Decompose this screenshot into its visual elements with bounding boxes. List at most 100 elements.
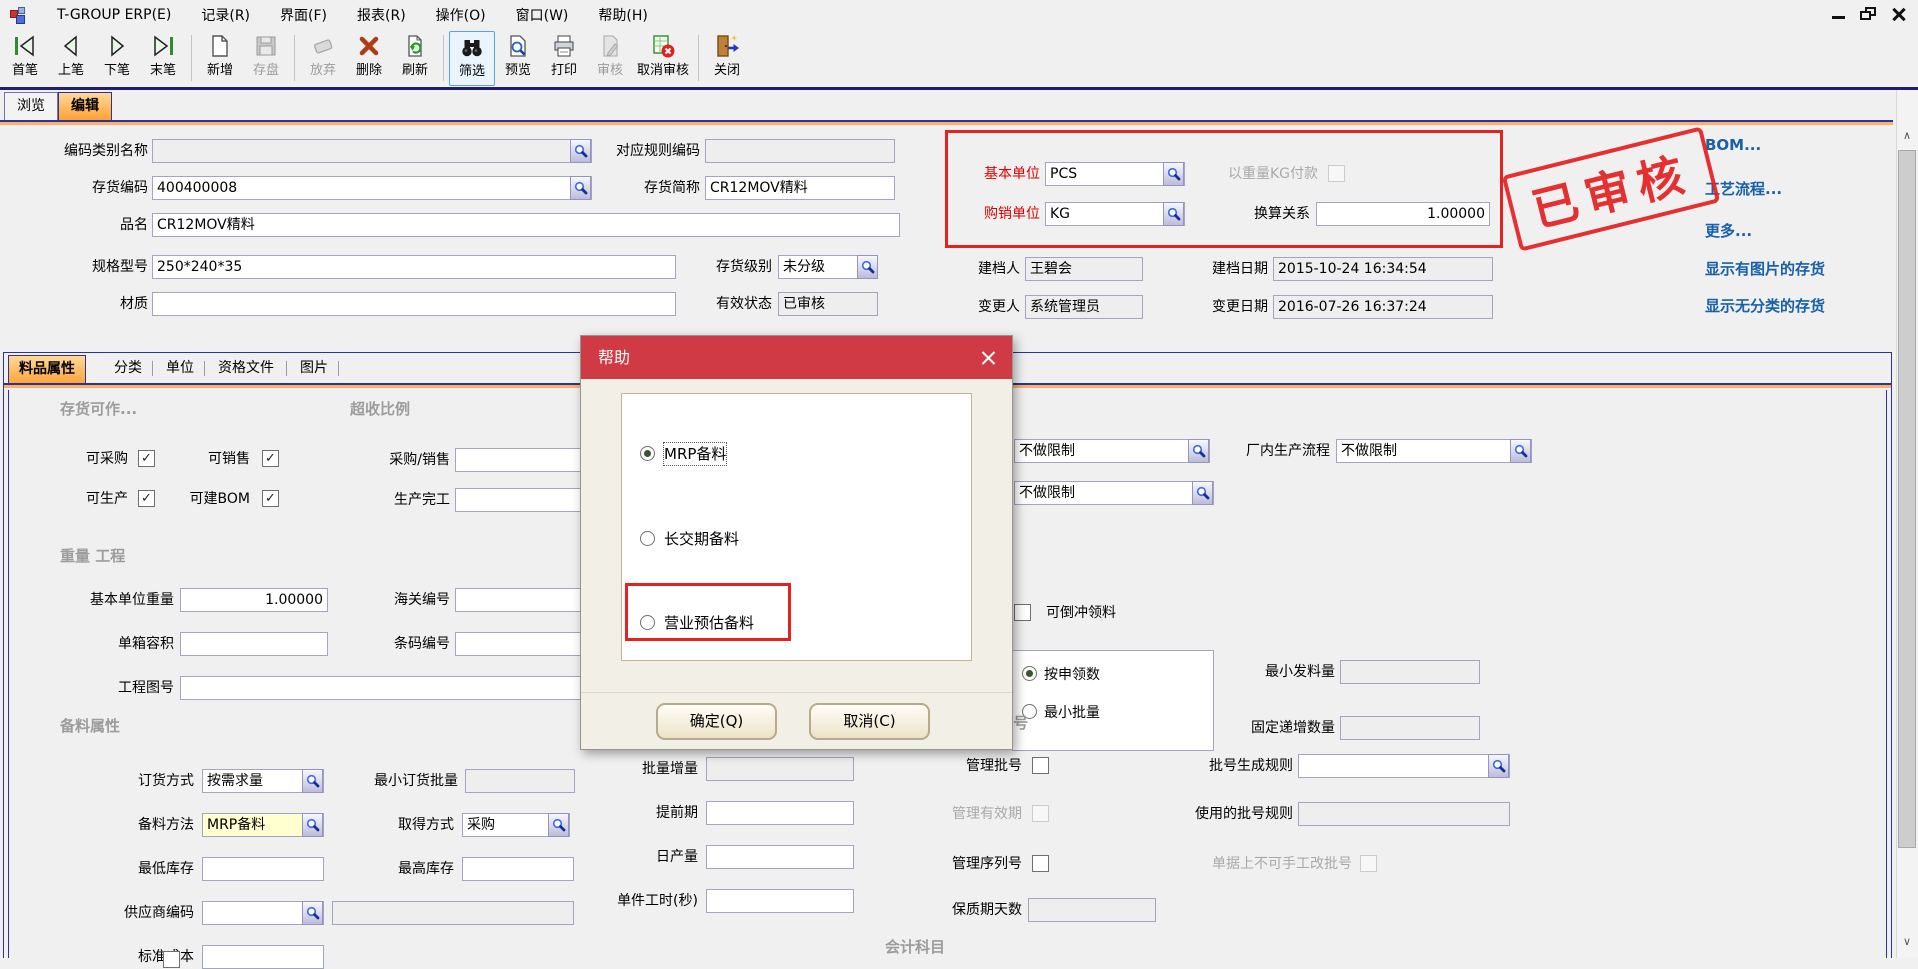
menu-record[interactable]: 记录(R) (186, 0, 265, 30)
tab-browse[interactable]: 浏览 (4, 92, 58, 120)
section-stock-attributes: 备料属性 (60, 715, 120, 736)
base-unit-lookup-button[interactable] (1163, 162, 1184, 186)
filter-button[interactable]: 筛选 (449, 31, 495, 86)
restore-icon[interactable] (1854, 3, 1884, 25)
limit1-input[interactable]: 不做限制 (1014, 439, 1210, 463)
menu-interface[interactable]: 界面(F) (265, 0, 342, 30)
conversion-input[interactable]: 1.00000 (1316, 202, 1490, 226)
label-long-leadtime[interactable]: 长交期备料 (664, 528, 739, 550)
dialog-close-icon[interactable] (976, 346, 1000, 370)
max-stock-input[interactable] (462, 857, 574, 881)
print-button[interactable]: 打印 (541, 31, 587, 86)
sellable-checkbox[interactable] (262, 450, 279, 467)
acquire-mode-lookup-button[interactable] (548, 813, 569, 837)
backflush-checkbox[interactable] (1014, 604, 1031, 621)
minimize-icon[interactable] (1824, 3, 1854, 25)
spec-input[interactable]: 250*240*35 (152, 255, 676, 279)
tab-edit[interactable]: 编辑 (58, 92, 112, 120)
next-record-button[interactable]: 下笔 (94, 31, 140, 86)
prev-record-button[interactable]: 上笔 (48, 31, 94, 86)
creator-input: 王碧会 (1025, 257, 1143, 281)
magnifier-icon (1196, 486, 1210, 500)
trade-unit-lookup-button[interactable] (1163, 202, 1184, 226)
manage-serial-checkbox[interactable] (1032, 855, 1049, 872)
producible-checkbox[interactable] (138, 490, 155, 507)
menu-report[interactable]: 报表(R) (342, 0, 421, 30)
item-name-input[interactable]: CR12MOV精料 (152, 213, 900, 237)
purchasable-checkbox[interactable] (138, 450, 155, 467)
coding-category-input[interactable] (152, 139, 592, 163)
level-lookup-button[interactable] (857, 255, 878, 279)
section-over-ratio: 超收比例 (350, 398, 410, 419)
order-mode-lookup-button[interactable] (302, 769, 323, 793)
scrollbar-thumb[interactable] (1898, 150, 1916, 848)
cancel-audit-button[interactable]: 取消审核 (633, 31, 693, 86)
batch-rule-lookup-button[interactable] (1488, 754, 1509, 778)
close-icon[interactable] (1884, 3, 1914, 25)
menu-tgroup-erp[interactable]: T-GROUP ERP(E) (42, 2, 186, 28)
panel-inner-border (1886, 390, 1887, 958)
link-bom[interactable]: BOM... (1705, 136, 1761, 154)
limit2-input[interactable]: 不做限制 (1014, 481, 1214, 505)
batch-rule-input[interactable] (1298, 754, 1510, 778)
supplier-lookup-button[interactable] (302, 901, 323, 925)
long-leadtime-radio[interactable] (640, 531, 655, 546)
scroll-up-icon[interactable]: ∧ (1896, 126, 1918, 146)
label-factory-flow: 厂内生产流程 (1218, 439, 1330, 463)
cancel-button[interactable]: 取消(C) (809, 703, 930, 740)
item-abbr-input[interactable]: CR12MOV精料 (705, 176, 895, 200)
item-code-lookup-button[interactable] (570, 176, 591, 200)
subtab-separator (338, 361, 339, 376)
link-process-flow[interactable]: 工艺流程... (1705, 178, 1782, 199)
factory-flow-input[interactable]: 不做限制 (1336, 439, 1532, 463)
link-show-with-image[interactable]: 显示有图片的存货 (1705, 258, 1825, 279)
highlight-box-units (945, 130, 1503, 248)
delete-button[interactable]: 删除 (346, 31, 392, 86)
preview-button[interactable]: 预览 (495, 31, 541, 86)
box-volume-input[interactable] (180, 632, 328, 656)
subtab-unit[interactable]: 单位 (156, 355, 204, 383)
link-more[interactable]: 更多... (1705, 220, 1752, 241)
link-show-unclassified[interactable]: 显示无分类的存货 (1705, 295, 1825, 316)
lead-time-input[interactable] (706, 801, 854, 825)
menu-help[interactable]: 帮助(H) (583, 0, 662, 30)
label-sales-forecast[interactable]: 营业预估备料 (664, 612, 754, 634)
bomable-checkbox[interactable] (262, 490, 279, 507)
close-window-button[interactable]: 关闭 (704, 31, 750, 86)
mrp-stock-radio[interactable] (640, 446, 655, 461)
subtab-classification[interactable]: 分类 (104, 355, 152, 383)
min-stock-input[interactable] (202, 857, 324, 881)
daily-output-input[interactable] (706, 845, 854, 869)
stock-method-lookup-button[interactable] (302, 813, 323, 837)
scroll-down-icon[interactable]: ∨ (1896, 932, 1918, 952)
sales-forecast-radio[interactable] (640, 615, 655, 630)
item-code-input[interactable]: 400400008 (152, 176, 592, 200)
rule-code-input[interactable] (705, 139, 895, 163)
label-item-code: 存货编码 (10, 176, 148, 200)
first-record-button[interactable]: 首笔 (2, 31, 48, 86)
menu-window[interactable]: 窗口(W) (501, 0, 584, 30)
new-button[interactable]: 新增 (197, 31, 243, 86)
subtab-image[interactable]: 图片 (290, 355, 338, 383)
limit2-lookup-button[interactable] (1192, 481, 1213, 505)
subtab-qualification[interactable]: 资格文件 (208, 355, 284, 383)
limit1-lookup-button[interactable] (1188, 439, 1209, 463)
material-input[interactable] (152, 292, 676, 316)
save-floppy-icon (253, 33, 279, 59)
label-mrp-stock[interactable]: MRP备料 (664, 443, 726, 465)
refresh-button[interactable]: 刷新 (392, 31, 438, 86)
last-record-button[interactable]: 末笔 (140, 31, 186, 86)
min-order-qty-input (465, 769, 575, 793)
manage-batch-checkbox[interactable] (1032, 757, 1049, 774)
menu-operation[interactable]: 操作(O) (421, 0, 501, 30)
factory-flow-lookup-button[interactable] (1510, 439, 1531, 463)
subtab-item-attributes[interactable]: 料品属性 (8, 355, 86, 383)
unit-time-input[interactable] (706, 889, 854, 913)
ok-button[interactable]: 确定(Q) (656, 703, 777, 740)
base-weight-input[interactable]: 1.00000 (180, 588, 328, 612)
issue-by-request-radio[interactable] (1022, 666, 1037, 681)
label-base-weight: 基本单位重量 (50, 588, 174, 612)
label-purchasable: 可采购 (60, 447, 128, 471)
coding-category-lookup-button[interactable] (570, 139, 591, 163)
std-cost-input[interactable] (202, 945, 324, 969)
